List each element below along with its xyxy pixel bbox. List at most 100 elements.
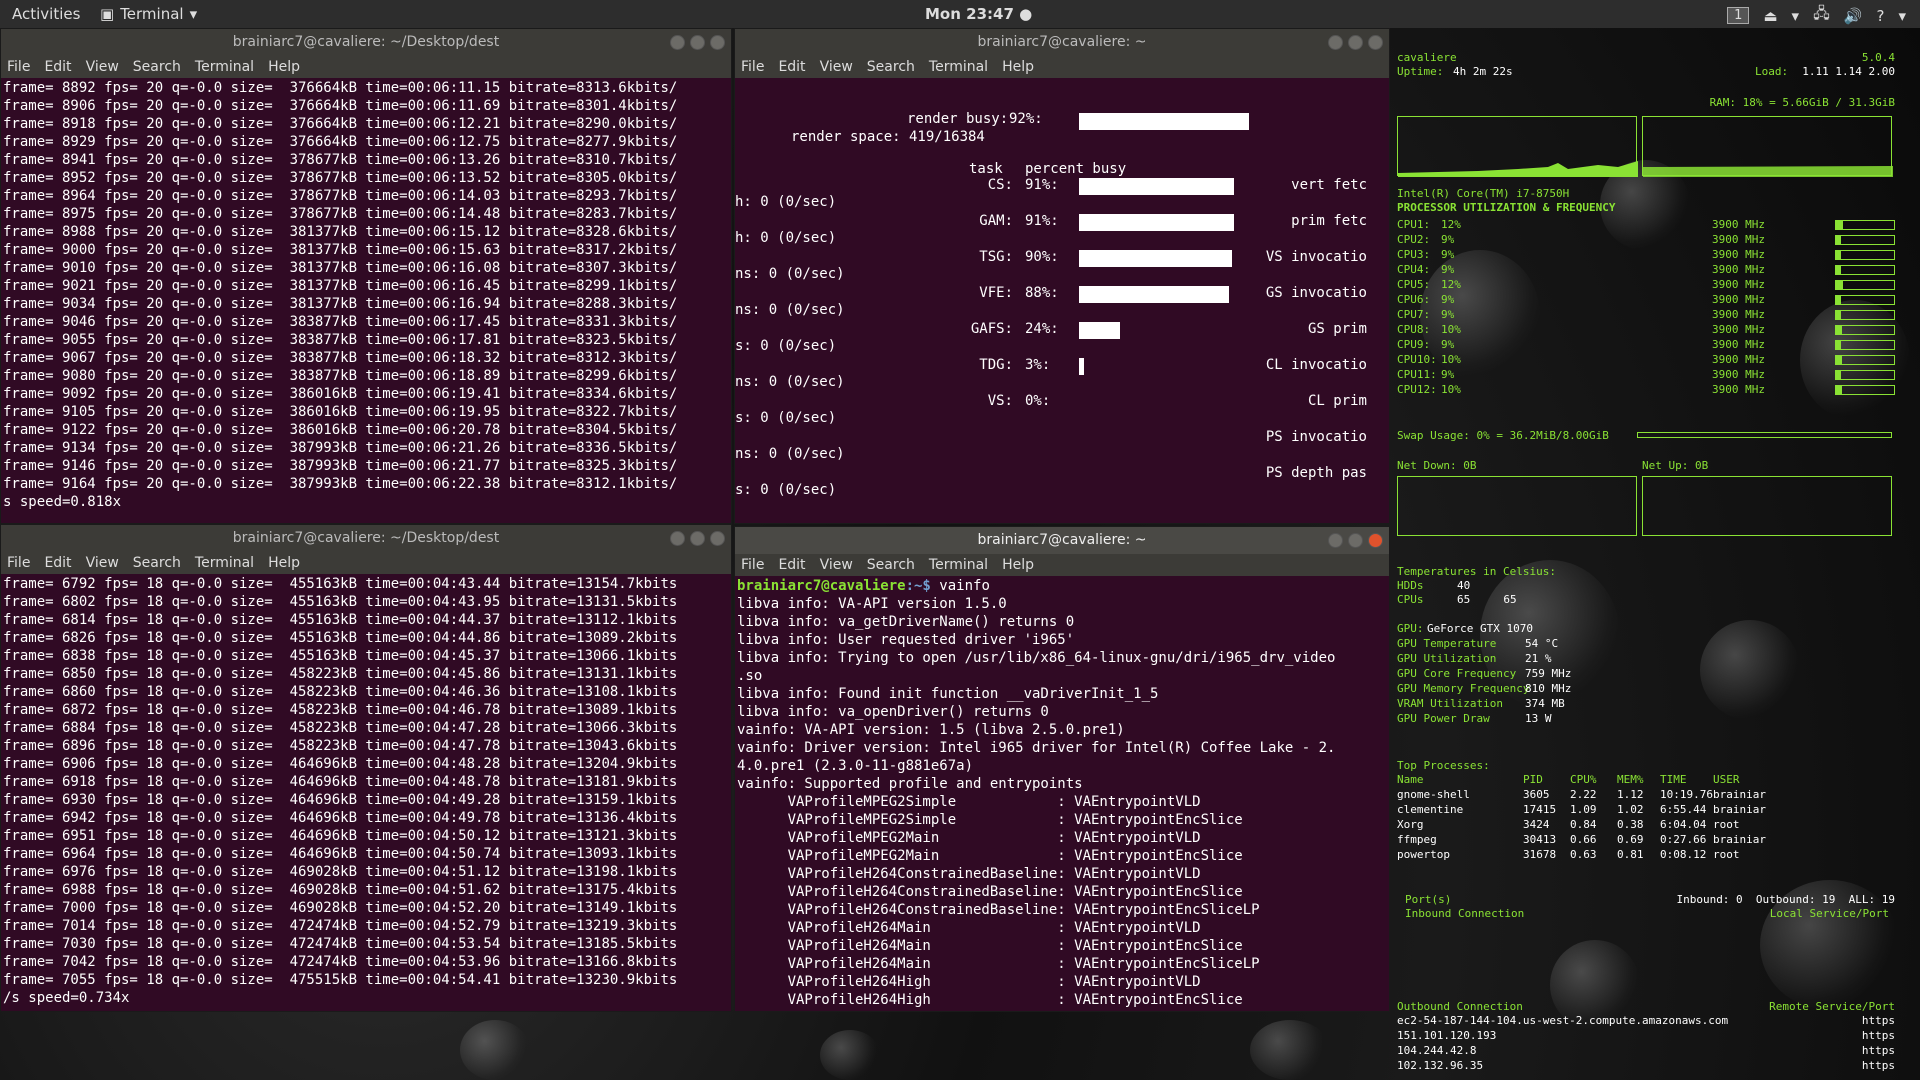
close-button[interactable] xyxy=(710,35,725,50)
terminal-output[interactable]: frame= 6792 fps= 18 q=-0.0 size= 455163k… xyxy=(1,574,731,1007)
terminal-line: vainfo: Supported profile and entrypoint… xyxy=(737,776,1083,792)
gpu-top-output[interactable]: render busy: 92%: render space: 419/16384 t… xyxy=(735,78,1389,523)
terminal-output[interactable]: frame= 8892 fps= 20 q=-0.0 size= 376664k… xyxy=(1,78,731,511)
window-titlebar[interactable]: brainiarc7@cavaliere: ~ xyxy=(735,527,1389,554)
terminal-line: frame= 9021 fps= 20 q=-0.0 size= 381377k… xyxy=(3,278,678,294)
menu-help[interactable]: Help xyxy=(268,552,300,574)
cpu-percent: 9% xyxy=(1441,263,1455,276)
top-process-cell: 0.63 xyxy=(1570,848,1597,861)
menu-search[interactable]: Search xyxy=(867,554,915,576)
minimize-button[interactable] xyxy=(670,531,685,546)
cpu-usage-bar xyxy=(1835,355,1895,365)
gpu-label: GPU: xyxy=(1397,622,1424,635)
cpu-usage-bar xyxy=(1835,250,1895,260)
gpu-stat-value: 374 MB xyxy=(1525,697,1565,710)
close-button[interactable] xyxy=(710,531,725,546)
window-titlebar[interactable]: brainiarc7@cavaliere: ~/Desktop/dest xyxy=(1,29,731,56)
terminal-line: frame= 6814 fps= 18 q=-0.0 size= 455163k… xyxy=(3,612,678,628)
counter-left: ns: 0 (0/sec) xyxy=(735,374,845,390)
top-column-header: Name xyxy=(1397,773,1424,786)
command-text: vainfo xyxy=(939,578,990,594)
menu-terminal[interactable]: Terminal xyxy=(195,56,254,78)
minimize-button[interactable] xyxy=(1328,533,1343,548)
close-button[interactable] xyxy=(1368,533,1383,548)
terminal-line: frame= 8918 fps= 20 q=-0.0 size= 376664k… xyxy=(3,116,678,132)
top-column-header: PID xyxy=(1523,773,1543,786)
terminal-window-gpu-top[interactable]: brainiarc7@cavaliere: ~ File Edit View S… xyxy=(734,28,1390,524)
terminal-line: frame= 7014 fps= 18 q=-0.0 size= 472474k… xyxy=(3,918,678,934)
counter-left: h: 0 (0/sec) xyxy=(735,194,837,210)
task-right: PS depth pas xyxy=(1265,465,1367,481)
menu-file[interactable]: File xyxy=(7,552,30,574)
activities-button[interactable]: Activities xyxy=(12,5,80,23)
help-icon[interactable]: ? xyxy=(1877,7,1885,25)
menu-bar: File Edit View Search Terminal Help xyxy=(1,552,731,574)
hdds-label: HDDs xyxy=(1397,579,1424,592)
terminal-line: 4.0.pre1 (2.3.0-11-g881e67a) xyxy=(737,758,974,774)
terminal-window-vainfo[interactable]: brainiarc7@cavaliere: ~ File Edit View S… xyxy=(734,526,1390,1012)
terminal-window-ffmpeg-2[interactable]: brainiarc7@cavaliere: ~/Desktop/dest Fil… xyxy=(0,524,732,1012)
minimize-button[interactable] xyxy=(1328,35,1343,50)
window-titlebar[interactable]: brainiarc7@cavaliere: ~ xyxy=(735,29,1389,56)
menu-view[interactable]: View xyxy=(820,554,853,576)
chevron-down-icon[interactable]: ▾ xyxy=(1898,7,1906,25)
app-menu[interactable]: ▣ Terminal ▾ xyxy=(100,5,197,23)
menu-edit[interactable]: Edit xyxy=(44,552,71,574)
menu-file[interactable]: File xyxy=(741,554,764,576)
menu-edit[interactable]: Edit xyxy=(778,56,805,78)
top-process-cell: 3424 xyxy=(1523,818,1550,831)
menu-help[interactable]: Help xyxy=(268,56,300,78)
net-up: Net Up: 0B xyxy=(1642,459,1709,472)
menu-terminal[interactable]: Terminal xyxy=(929,554,988,576)
terminal-line: VAProfileH264High : VAEntrypointEncSlice xyxy=(737,992,1243,1008)
menu-search[interactable]: Search xyxy=(867,56,915,78)
menu-terminal[interactable]: Terminal xyxy=(195,552,254,574)
network-icon[interactable]: 🖧 xyxy=(1813,3,1830,28)
terminal-line: frame= 7030 fps= 18 q=-0.0 size= 472474k… xyxy=(3,936,678,952)
cpu-frequency: 3900 MHz xyxy=(1712,248,1765,261)
menu-search[interactable]: Search xyxy=(133,56,181,78)
menu-terminal[interactable]: Terminal xyxy=(929,56,988,78)
task-pct: 91%: xyxy=(1025,177,1059,193)
memory-graph xyxy=(1642,116,1893,177)
cpu-usage-bar xyxy=(1835,340,1895,350)
clock[interactable]: Mon 23:47 ● xyxy=(925,5,1032,23)
close-button[interactable] xyxy=(1368,35,1383,50)
gpu-name: GeForce GTX 1070 xyxy=(1427,622,1533,635)
menu-help[interactable]: Help xyxy=(1002,554,1034,576)
menu-file[interactable]: File xyxy=(741,56,764,78)
terminal-window-ffmpeg-1[interactable]: brainiarc7@cavaliere: ~/Desktop/dest Fil… xyxy=(0,28,732,524)
cpu-frequency: 3900 MHz xyxy=(1712,233,1765,246)
cpu-usage-fill xyxy=(1836,296,1842,304)
menu-view[interactable]: View xyxy=(820,56,853,78)
terminal-line: frame= 8906 fps= 20 q=-0.0 size= 376664k… xyxy=(3,98,678,114)
terminal-line: .so xyxy=(737,668,763,684)
minimize-button[interactable] xyxy=(670,35,685,50)
menu-edit[interactable]: Edit xyxy=(44,56,71,78)
window-title: brainiarc7@cavaliere: ~ xyxy=(977,34,1147,50)
top-process-cell: brainiar xyxy=(1713,788,1766,801)
menu-view[interactable]: View xyxy=(86,552,119,574)
eject-icon[interactable]: ⏏ xyxy=(1763,7,1777,25)
top-process-cell: 17415 xyxy=(1523,803,1557,816)
chevron-down-icon[interactable]: ▾ xyxy=(1792,7,1800,25)
menu-help[interactable]: Help xyxy=(1002,56,1034,78)
terminal-line: frame= 9034 fps= 20 q=-0.0 size= 381377k… xyxy=(3,296,678,312)
counter-left: h: 0 (0/sec) xyxy=(735,230,837,246)
maximize-button[interactable] xyxy=(1348,533,1363,548)
menu-file[interactable]: File xyxy=(7,56,30,78)
maximize-button[interactable] xyxy=(690,531,705,546)
volume-icon[interactable]: 🔊 xyxy=(1844,7,1863,25)
top-process-cell: 3605 xyxy=(1523,788,1550,801)
menu-search[interactable]: Search xyxy=(133,552,181,574)
maximize-button[interactable] xyxy=(1348,35,1363,50)
maximize-button[interactable] xyxy=(690,35,705,50)
workspace-indicator[interactable]: 1 xyxy=(1727,7,1750,24)
top-process-cell: 0.81 xyxy=(1617,848,1644,861)
cpu-usage-fill xyxy=(1836,251,1842,259)
window-titlebar[interactable]: brainiarc7@cavaliere: ~/Desktop/dest xyxy=(1,525,731,552)
task-name: VS: xyxy=(987,393,1013,409)
menu-edit[interactable]: Edit xyxy=(778,554,805,576)
menu-view[interactable]: View xyxy=(86,56,119,78)
terminal-output[interactable]: brainiarc7@cavaliere:~$ vainfo libva inf… xyxy=(735,576,1389,1009)
